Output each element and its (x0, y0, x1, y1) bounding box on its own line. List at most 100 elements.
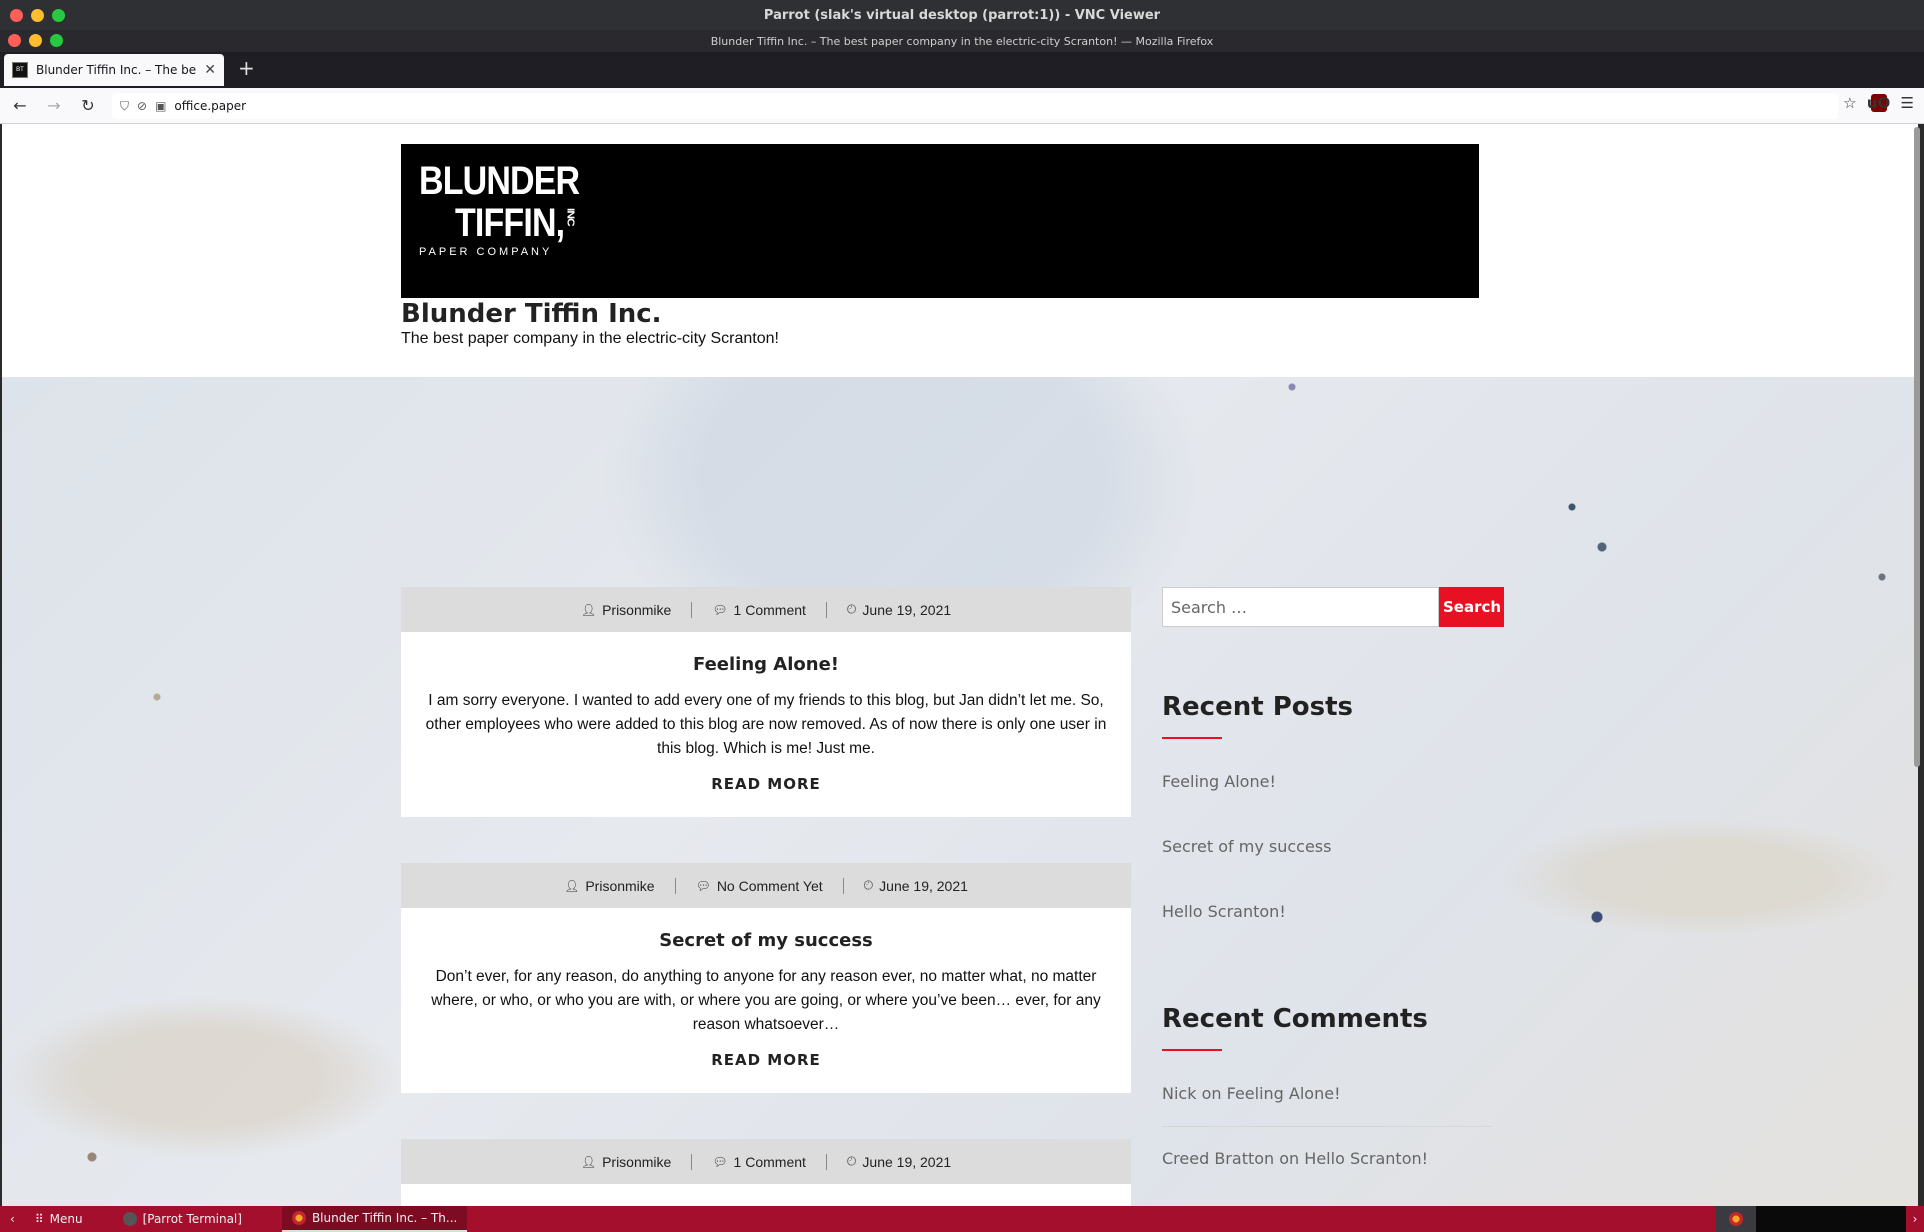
post-author[interactable]: 👤︎ Prisonmike (561, 602, 691, 618)
recent-posts-heading: Recent Posts (1162, 692, 1353, 722)
search-button[interactable]: Search (1439, 587, 1504, 627)
page-scrollbar[interactable] (1914, 127, 1920, 767)
maximize-window-button[interactable] (52, 9, 65, 22)
hamburger-menu-icon[interactable]: ☰ (1901, 94, 1914, 112)
comment-post-link[interactable]: Feeling Alone! (1227, 1084, 1341, 1103)
terminal-label: [Parrot Terminal] (142, 1212, 242, 1226)
search-form: Search (1162, 587, 1504, 627)
read-more-link[interactable]: READ MORE (711, 1051, 821, 1069)
comments-icon: 💬︎ (712, 602, 728, 617)
page-viewport: BLUNDER TIFFIN, INC PAPER COMPANY Blunde… (2, 124, 1918, 1206)
vnc-window-controls (10, 9, 65, 22)
post-author[interactable]: 👤︎ Prisonmike (561, 1154, 691, 1170)
back-arrow-icon[interactable]: ← (6, 92, 34, 120)
new-tab-button[interactable]: + (238, 56, 255, 80)
bookmark-star-icon[interactable]: ☆ (1843, 94, 1856, 112)
site-header: BLUNDER TIFFIN, INC PAPER COMPANY Blunde… (2, 124, 1918, 377)
firefox-icon (1729, 1212, 1743, 1226)
permissions-icon[interactable]: ▣ (155, 99, 166, 113)
heading-underline (1162, 1049, 1222, 1051)
terminal-icon (122, 1212, 137, 1226)
post-meta: 👤︎ Prisonmike 💬︎ 1 Comment 🕘︎ June 19, 2021 (401, 587, 1131, 632)
firefox-window-title: Blunder Tiffin Inc. – The best paper com… (710, 34, 1214, 48)
recent-post-link[interactable]: Secret of my success (1162, 837, 1331, 856)
post-date[interactable]: 🕘︎ June 19, 2021 (827, 1154, 971, 1170)
close-tab-icon[interactable]: ✕ (204, 62, 216, 78)
forward-arrow-icon[interactable]: → (40, 92, 68, 120)
site-title[interactable]: Blunder Tiffin Inc. (401, 299, 662, 329)
post-body: Feeling Alone! I am sorry everyone. I wa… (401, 632, 1131, 817)
taskbar-firefox[interactable]: Blunder Tiffin Inc. – Th... (281, 1206, 468, 1232)
toolbar-right: ☆ uO ☰ (1843, 94, 1914, 112)
tracking-lock-icon[interactable]: ⊘ (137, 99, 147, 113)
comment-author-link[interactable]: Nick (1162, 1084, 1196, 1103)
comment-on-text: on (1201, 1084, 1222, 1103)
tray-area (1756, 1206, 1906, 1232)
post-title[interactable]: Secret of my success (425, 930, 1107, 951)
grid-icon: ⠿ (34, 1212, 44, 1226)
taskbar-terminal[interactable]: [Parrot Terminal] (113, 1206, 252, 1232)
post-excerpt: Don’t ever, for any reason, do anything … (431, 968, 1101, 1033)
post-comments[interactable]: 💬︎ 1 Comment (692, 602, 826, 618)
search-input[interactable] (1162, 587, 1439, 627)
logo-line-2-text: TIFFIN, (455, 201, 565, 245)
firefox-close-button[interactable] (8, 34, 21, 47)
post-body: Secret of my success Don’t ever, for any… (401, 908, 1131, 1093)
firefox-maximize-button[interactable] (50, 34, 63, 47)
logo-line-1: BLUNDER (419, 159, 580, 203)
menu-label: Menu (49, 1212, 83, 1226)
post-card: 👤︎ Prisonmike 💬︎ No Comment Yet 🕘︎ June 19,… (401, 863, 1131, 1093)
url-bar[interactable]: ⛉ ⊘ ▣ office.paper (112, 93, 1838, 119)
close-window-button[interactable] (10, 9, 23, 22)
date-text: June 19, 2021 (862, 601, 952, 618)
ublock-origin-icon[interactable]: uO (1867, 94, 1890, 112)
post-date[interactable]: 🕘︎ June 19, 2021 (844, 878, 988, 894)
user-icon: 👤︎ (580, 602, 597, 617)
post-author[interactable]: 👤︎ Prisonmike (544, 878, 674, 894)
user-icon: 👤︎ (580, 1154, 597, 1169)
post-meta: 👤︎ Prisonmike 💬︎ 1 Comment 🕘︎ June 19, 2021 (401, 1139, 1131, 1184)
logo-tagline: PAPER COMPANY (419, 246, 553, 258)
header-banner[interactable]: BLUNDER TIFFIN, INC PAPER COMPANY (401, 144, 1479, 298)
author-name: Prisonmike (585, 877, 655, 894)
read-more-link[interactable]: READ MORE (711, 775, 821, 793)
comment-divider (1162, 1126, 1492, 1127)
site-favicon-icon: BT (12, 62, 28, 78)
comment-post-link[interactable]: Hello Scranton! (1304, 1149, 1428, 1168)
post-comments[interactable]: 💬︎ 1 Comment (692, 1154, 826, 1170)
recent-post-link[interactable]: Feeling Alone! (1162, 772, 1276, 791)
post-card: 👤︎ Prisonmike 💬︎ 1 Comment 🕘︎ June 19, 2021… (401, 587, 1131, 817)
post-comments[interactable]: 💬︎ No Comment Yet (676, 878, 843, 894)
reload-icon[interactable]: ↻ (74, 92, 102, 120)
author-name: Prisonmike (602, 601, 672, 618)
comment-author-link[interactable]: Creed Bratton (1162, 1149, 1274, 1168)
firefox-title-bar: Blunder Tiffin Inc. – The best paper com… (0, 30, 1924, 52)
logo-line-2: TIFFIN, INC (455, 202, 585, 244)
recent-post-link[interactable]: Hello Scranton! (1162, 902, 1286, 921)
date-text: June 19, 2021 (879, 877, 968, 894)
clock-icon: 🕘︎ (846, 1154, 857, 1168)
comment-on-text: on (1279, 1149, 1300, 1168)
comment-count: 1 Comment (733, 1153, 806, 1170)
shield-icon[interactable]: ⛉ (120, 99, 129, 114)
browser-tab[interactable]: BT Blunder Tiffin Inc. – The best pap ✕ (4, 54, 224, 86)
firefox-window-controls (8, 34, 63, 47)
firefox-minimize-button[interactable] (29, 34, 42, 47)
post-excerpt: I am sorry everyone. I wanted to add eve… (425, 692, 1107, 757)
post-title[interactable]: Feeling Alone! (425, 654, 1107, 675)
taskbar-right-arrow[interactable]: › (1906, 1206, 1924, 1232)
recent-comment: Nick on Feeling Alone! (1162, 1084, 1340, 1103)
firefox-label: Blunder Tiffin Inc. – Th... (311, 1211, 458, 1225)
post-date[interactable]: 🕘︎ June 19, 2021 (827, 602, 971, 618)
firefox-icon (291, 1211, 306, 1225)
taskbar-menu-button[interactable]: ⠿ Menu (25, 1206, 93, 1232)
tray-firefox-icon[interactable] (1716, 1206, 1756, 1232)
author-name: Prisonmike (602, 1153, 672, 1170)
comment-count: 1 Comment (733, 601, 806, 618)
site-logo[interactable]: BLUNDER TIFFIN, INC PAPER COMPANY (419, 160, 608, 258)
minimize-window-button[interactable] (31, 9, 44, 22)
tab-strip: BT Blunder Tiffin Inc. – The best pap ✕ … (0, 52, 1924, 88)
taskbar-left-arrow[interactable]: ‹ (0, 1206, 25, 1232)
taskbar-tray: › (1716, 1206, 1924, 1232)
url-text[interactable]: office.paper (174, 99, 246, 113)
